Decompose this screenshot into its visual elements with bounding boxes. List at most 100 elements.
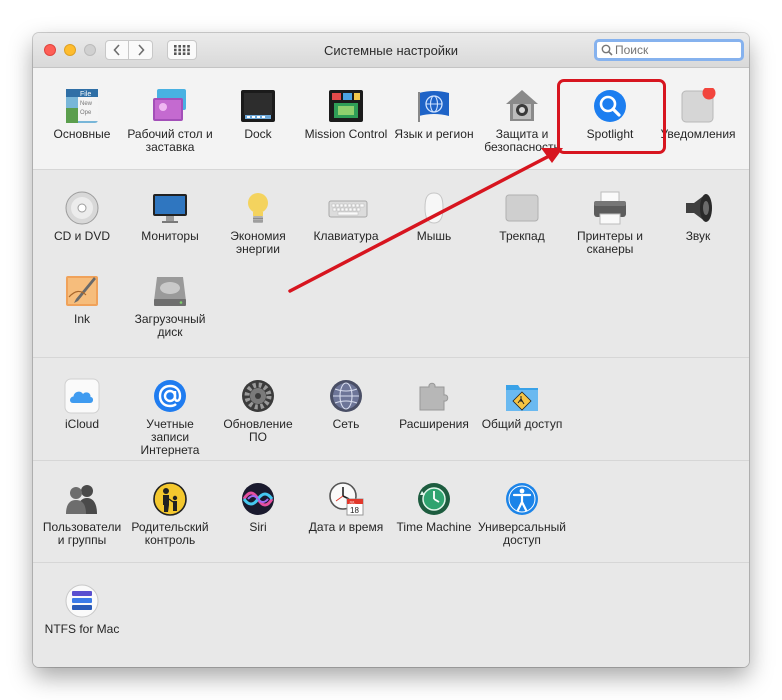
pane-time-machine[interactable]: Time Machine — [390, 481, 478, 534]
pane-label: Рабочий стол и заставка — [127, 127, 213, 154]
pane-label: Обновление ПО — [223, 417, 293, 444]
pane-sound[interactable]: Звук — [654, 190, 742, 243]
pane-general[interactable]: File New Ope Основные — [38, 88, 126, 141]
title-bar: Системные настройки — [33, 33, 749, 68]
ntfs-icon — [65, 584, 99, 618]
pane-label: Ink — [73, 312, 90, 326]
pane-label: Загрузочный диск — [134, 312, 206, 339]
siri-icon — [242, 483, 274, 515]
pane-spotlight[interactable]: Spotlight — [566, 88, 654, 141]
pane-label: iCloud — [64, 417, 100, 431]
pane-security-privacy[interactable]: Защита и безопасность — [478, 88, 566, 154]
pane-label: Общий доступ — [481, 417, 563, 431]
personal-section: File New Ope Основные Рабочий стол и зас… — [33, 68, 749, 170]
pane-network[interactable]: Сеть — [302, 378, 390, 431]
search-icon — [601, 44, 613, 56]
keyboard-icon — [328, 200, 368, 218]
pane-icloud[interactable]: iCloud — [38, 378, 126, 431]
pane-label: Принтеры и сканеры — [577, 229, 643, 256]
pane-mission-control[interactable]: Mission Control — [302, 88, 390, 141]
internet-section: iCloud Учетные записи Интернета Обновлен… — [33, 358, 749, 461]
pane-label: Мониторы — [141, 229, 199, 243]
minimize-window-button[interactable] — [64, 44, 76, 56]
pane-label: Пользователи и группы — [42, 520, 122, 547]
pane-ntfs-for-mac[interactable]: NTFS for Mac — [38, 583, 126, 636]
pane-label: Родительский контроль — [131, 520, 209, 547]
pane-displays[interactable]: Мониторы — [126, 190, 214, 243]
pane-ink[interactable]: Ink — [38, 273, 126, 326]
pane-date-time[interactable]: JUL 18 Дата и время — [302, 481, 390, 534]
pane-software-update[interactable]: Обновление ПО — [214, 378, 302, 444]
back-button[interactable] — [105, 40, 129, 60]
pane-dock[interactable]: Dock — [214, 88, 302, 141]
third-party-section: NTFS for Mac — [33, 563, 749, 667]
chevron-left-icon — [113, 44, 120, 56]
pane-label: Time Machine — [396, 520, 472, 534]
pane-extensions[interactable]: Расширения — [390, 378, 478, 431]
search-box[interactable] — [594, 39, 744, 61]
network-globe-icon — [330, 380, 362, 412]
pane-label: Клавиатура — [313, 229, 379, 243]
system-section: Пользователи и группы Родительский контр… — [33, 461, 749, 563]
light-bulb-icon — [248, 193, 268, 223]
zoom-window-button[interactable] — [84, 44, 96, 56]
pane-accessibility[interactable]: Универсальный доступ — [478, 481, 566, 547]
forward-button[interactable] — [129, 40, 153, 60]
at-sign-icon — [154, 380, 186, 412]
ink-icon — [66, 276, 98, 306]
pane-label: Основные — [53, 127, 111, 141]
hard-drive-icon — [154, 277, 186, 306]
pane-label: NTFS for Mac — [44, 622, 120, 636]
pane-users-groups[interactable]: Пользователи и группы — [38, 481, 126, 547]
pane-trackpad[interactable]: Трекпад — [478, 190, 566, 243]
pane-siri[interactable]: Siri — [214, 481, 302, 534]
pane-label: CD и DVD — [53, 229, 111, 243]
close-window-button[interactable] — [44, 44, 56, 56]
pane-label: Язык и регион — [394, 127, 474, 141]
icloud-icon — [64, 378, 100, 414]
pane-printers-scanners[interactable]: Принтеры и сканеры — [566, 190, 654, 256]
pane-label: Дата и время — [308, 520, 384, 534]
users-icon — [66, 485, 97, 514]
pane-parental-controls[interactable]: Родительский контроль — [126, 481, 214, 547]
pane-label: Звук — [685, 229, 711, 243]
mouse-icon — [424, 192, 444, 224]
pane-label: Siri — [249, 520, 267, 534]
trackpad-icon — [505, 194, 539, 222]
pane-label: Dock — [244, 127, 272, 141]
pane-label: Учетные записи Интернета — [140, 417, 200, 457]
pane-mouse[interactable]: Мышь — [390, 190, 478, 243]
printer-icon — [594, 191, 626, 225]
pane-internet-accounts[interactable]: Учетные записи Интернета — [126, 378, 214, 457]
clock-calendar-icon: JUL 18 — [329, 482, 364, 516]
pane-label: Трекпад — [499, 229, 545, 243]
pane-desktop-screensaver[interactable]: Рабочий стол и заставка — [126, 88, 214, 154]
search-input[interactable] — [615, 42, 735, 58]
svg-text:18: 18 — [350, 506, 359, 515]
pane-notifications[interactable]: Уведомления — [654, 86, 742, 141]
puzzle-piece-icon — [419, 382, 449, 411]
pane-label: Spotlight — [586, 127, 634, 141]
system-preferences-window: Системные настройки File New Ope Основны… — [33, 33, 749, 667]
pane-label: Мышь — [416, 229, 452, 243]
pane-startup-disk[interactable]: Загрузочный диск — [126, 273, 214, 339]
show-all-button[interactable] — [167, 40, 197, 60]
grid-icon — [174, 45, 190, 55]
gear-icon — [242, 380, 274, 412]
svg-text:File: File — [80, 91, 91, 98]
pane-label: Mission Control — [304, 127, 388, 141]
disc-icon — [65, 191, 99, 225]
pane-label: Уведомления — [660, 127, 736, 141]
monitor-icon — [153, 194, 187, 223]
sharing-folder-icon — [506, 385, 538, 411]
pane-energy-saver[interactable]: Экономия энергии — [214, 190, 302, 256]
pane-label: Расширения — [399, 417, 469, 431]
pane-language-region[interactable]: Язык и регион — [390, 88, 478, 141]
spotlight-magnifier-icon — [594, 90, 626, 122]
pane-sharing[interactable]: Общий доступ — [478, 378, 566, 431]
pane-cd-dvd[interactable]: CD и DVD — [38, 190, 126, 243]
svg-text:Ope: Ope — [80, 110, 92, 116]
parental-controls-icon — [153, 482, 187, 516]
svg-text:New: New — [80, 101, 93, 107]
pane-keyboard[interactable]: Клавиатура — [302, 190, 390, 243]
